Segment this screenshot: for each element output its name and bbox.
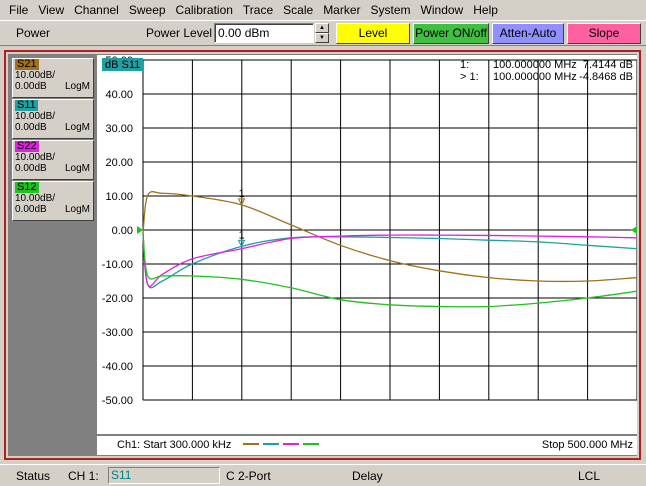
measurement-plot-svg: 50.0040.0030.0020.0010.000.00-10.00-20.0… [97,55,637,451]
status-bar: Status CH 1: S11 C 2-Port Delay LCL [0,464,646,486]
trace-name-s11: S11 [15,99,38,111]
trace-box-s12[interactable]: S12 10.00dB/ 0.00dB LogM [12,181,94,221]
active-trace-label: dB S11 [105,59,140,71]
y-tick-label: -30.00 [102,327,133,339]
reference-left-arrow-icon [137,226,143,234]
marker-number: 1 [239,229,245,241]
marker2-value: -4.8468 dB [579,71,633,83]
atten-auto-button[interactable]: Atten-Auto [492,23,564,44]
trace-ref: 0.00dB [15,163,47,174]
status-active-trace: S11 [108,467,220,484]
trace-ref: 0.00dB [15,122,47,133]
spin-up-icon[interactable]: ▲ [315,23,329,33]
menu-system[interactable]: System [366,0,416,20]
power-toolbar: Power Power Level ▲ ▼ Level Power ON/off… [0,20,646,46]
menu-window[interactable]: Window [416,0,469,20]
trace-legend-column: S21 10.00dB/ 0.00dB LogM S11 10.00dB/ 0.0… [9,55,96,455]
trace-scale: 10.00dB/ [15,111,56,122]
status-channel: CH 1: [68,469,99,483]
menu-file[interactable]: File [4,0,33,20]
channel-window: S21 10.00dB/ 0.00dB LogM S11 10.00dB/ 0.0… [4,50,641,460]
menu-scale[interactable]: Scale [278,0,318,20]
power-onoff-button[interactable]: Power ON/off [413,23,489,44]
trace-name-s22: S22 [15,140,39,152]
trace-name-s12: S12 [15,181,39,193]
reference-right-arrow-icon [631,226,637,234]
spin-down-icon[interactable]: ▼ [315,33,329,43]
menu-calibration[interactable]: Calibration [171,0,238,20]
marker1-freq: 100.000000 MHz [493,59,577,71]
marker2-freq: 100.000000 MHz [493,71,577,83]
level-button[interactable]: Level [336,23,410,44]
y-tick-labels: 50.0040.0030.0020.0010.000.00-10.00-20.0… [102,55,133,407]
menu-channel[interactable]: Channel [69,0,124,20]
menu-view[interactable]: View [33,0,69,20]
menu-sweep[interactable]: Sweep [124,0,171,20]
start-frequency-label: Ch1: Start 300.000 kHz [117,439,231,451]
marker2-id: > 1: [460,71,479,83]
y-tick-label: 10.00 [105,191,133,203]
channel-window-inner: S21 10.00dB/ 0.00dB LogM S11 10.00dB/ 0.0… [8,54,637,456]
marker1-id: 1: [460,59,469,71]
y-tick-label: -40.00 [102,361,133,373]
status-calibration: C 2-Port [226,469,271,483]
menu-marker[interactable]: Marker [318,0,365,20]
y-tick-label: 30.00 [105,123,133,135]
trace-format: LogM [64,204,90,215]
trace-format: LogM [64,81,90,92]
power-level-input[interactable] [214,23,314,43]
trace-scale: 10.00dB/ [15,193,56,204]
menu-help[interactable]: Help [468,0,503,20]
status-remote: LCL [578,469,601,483]
y-tick-label: -10.00 [102,259,133,271]
power-level-label: Power Level [146,26,213,40]
plot-grid [97,59,637,436]
slope-button[interactable]: Slope [567,23,641,44]
menu-bar: File View Channel Sweep Calibration Trace Scal… [0,0,646,20]
marker-number: 1 [239,188,245,200]
y-tick-label: -20.00 [102,293,133,305]
trace-box-s22[interactable]: S22 10.00dB/ 0.00dB LogM [12,140,94,180]
status-delay: Delay [352,469,383,483]
stop-frequency-label: Stop 500.000 MHz [542,439,633,451]
measurement-plot[interactable]: 50.0040.0030.0020.0010.000.00-10.00-20.0… [97,55,637,455]
y-tick-label: 20.00 [105,157,133,169]
y-tick-label: 0.00 [112,225,133,237]
trace-name-s21: S21 [15,58,39,70]
trace-scale: 10.00dB/ [15,152,56,163]
y-tick-label: 40.00 [105,89,133,101]
menu-trace[interactable]: Trace [238,0,278,20]
status-label: Status [16,469,51,483]
marker1-value: 7.4144 dB [583,59,633,71]
trace-ref: 0.00dB [15,204,47,215]
trace-scale: 10.00dB/ [15,70,56,81]
trace-format: LogM [64,163,90,174]
trace-box-s11[interactable]: S11 10.00dB/ 0.00dB LogM [12,99,94,139]
toolbar-title: Power [16,26,51,40]
y-tick-label: -50.00 [102,395,133,407]
power-level-spinner[interactable]: ▲ ▼ [315,23,329,43]
trace-box-s21[interactable]: S21 10.00dB/ 0.00dB LogM [12,58,94,98]
trace-ref: 0.00dB [15,81,47,92]
trace-format: LogM [64,122,90,133]
